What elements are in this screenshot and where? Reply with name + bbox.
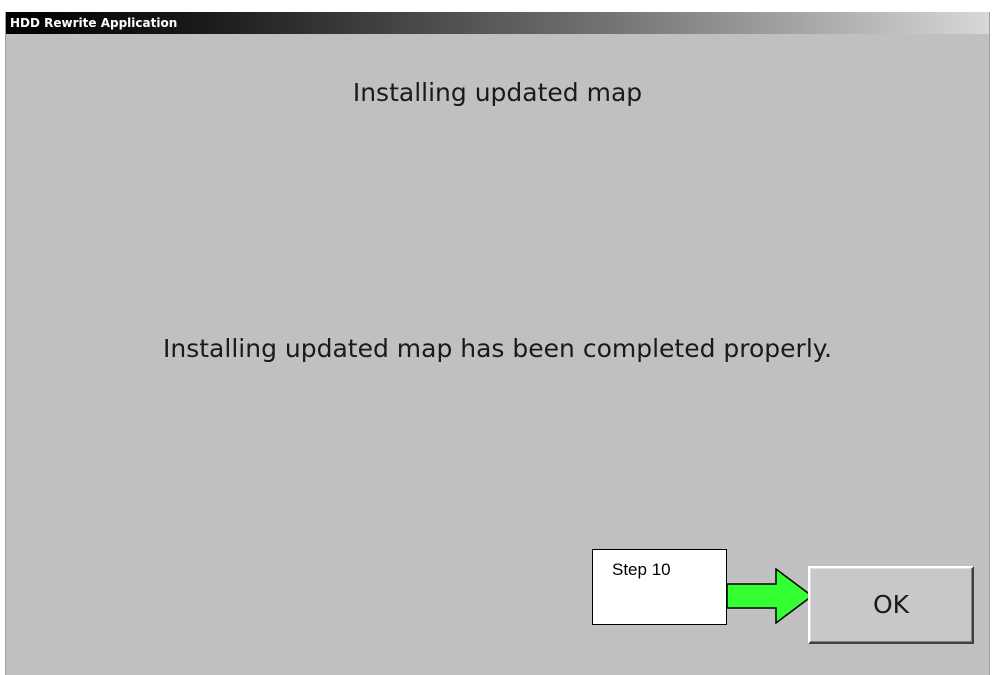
window-title-bar: HDD Rewrite Application [6,12,989,34]
application-window: HDD Rewrite Application Installing updat… [5,12,990,675]
window-title: HDD Rewrite Application [10,16,178,30]
arrow-shape [726,568,814,624]
status-message: Installing updated map has been complete… [163,334,832,363]
step-callout: Step 10 [592,549,727,625]
ok-button[interactable]: OK [808,566,974,644]
page-title: Installing updated map [352,78,643,107]
step-label: Step 10 [612,560,671,579]
right-arrow-icon [726,568,814,624]
